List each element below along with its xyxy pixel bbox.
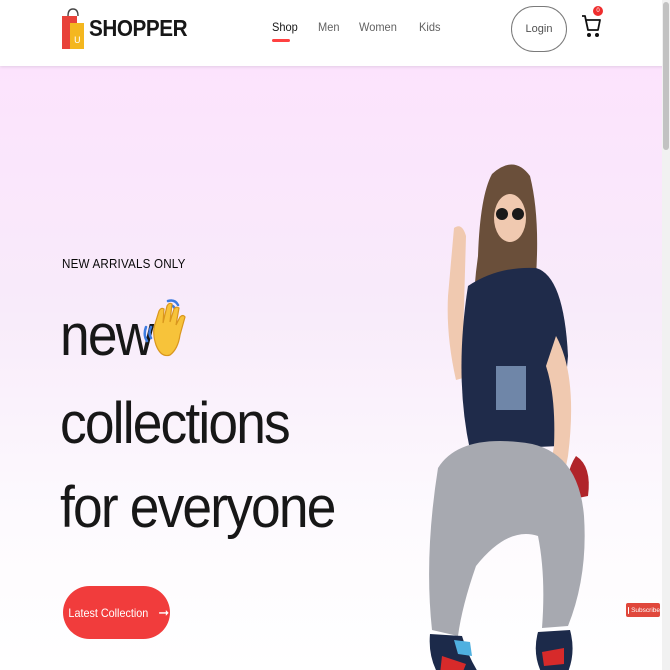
nav-item-kids[interactable]: Kids bbox=[419, 20, 442, 42]
shopping-bag-logo-icon: U bbox=[62, 8, 84, 49]
nav-link-label[interactable]: Women bbox=[359, 20, 397, 34]
nav-item-women[interactable]: Women bbox=[359, 20, 400, 42]
play-icon bbox=[628, 606, 634, 614]
hero-headline-line-3: for everyone bbox=[60, 475, 336, 540]
hero-model-image bbox=[429, 164, 589, 670]
nav-item-shop[interactable]: Shop bbox=[272, 20, 300, 42]
latest-collection-button[interactable]: Latest Collection ➞ bbox=[63, 586, 170, 639]
waving-hand-icon bbox=[143, 299, 186, 357]
scrollbar-thumb[interactable] bbox=[663, 2, 669, 150]
page-scrollbar[interactable] bbox=[662, 0, 670, 670]
nav-link-label[interactable]: Shop bbox=[272, 20, 298, 34]
arrow-right-icon: ➞ bbox=[158, 604, 170, 620]
hero-headline-line-1: new bbox=[60, 303, 154, 368]
active-nav-underline bbox=[272, 39, 290, 42]
cart-count-badge: 0 bbox=[593, 6, 603, 16]
hero-headline-line-2: collections bbox=[60, 391, 291, 456]
subscribe-label: Subscribe bbox=[631, 606, 660, 614]
svg-text:U: U bbox=[74, 36, 81, 46]
nav-link-label[interactable]: Kids bbox=[419, 20, 440, 34]
cart-button[interactable]: 0 bbox=[581, 6, 605, 42]
subscribe-button[interactable]: Subscribe bbox=[626, 603, 660, 617]
hero-section: NEW ARRIVALS ONLY new collections for ev… bbox=[0, 66, 662, 670]
brand-name: SHOPPER bbox=[89, 14, 188, 41]
latest-collection-label: Latest Collection bbox=[68, 605, 148, 620]
logo[interactable]: U SHOPPER bbox=[62, 6, 198, 50]
nav-menu: Shop Men Women Kids bbox=[272, 20, 460, 42]
navbar: U SHOPPER Shop Men Women Kids Login 0 bbox=[0, 0, 670, 66]
nav-item-men[interactable]: Men bbox=[318, 20, 341, 42]
login-button[interactable]: Login bbox=[511, 6, 567, 52]
hero-eyebrow: NEW ARRIVALS ONLY bbox=[62, 257, 186, 271]
nav-link-label[interactable]: Men bbox=[318, 20, 339, 34]
